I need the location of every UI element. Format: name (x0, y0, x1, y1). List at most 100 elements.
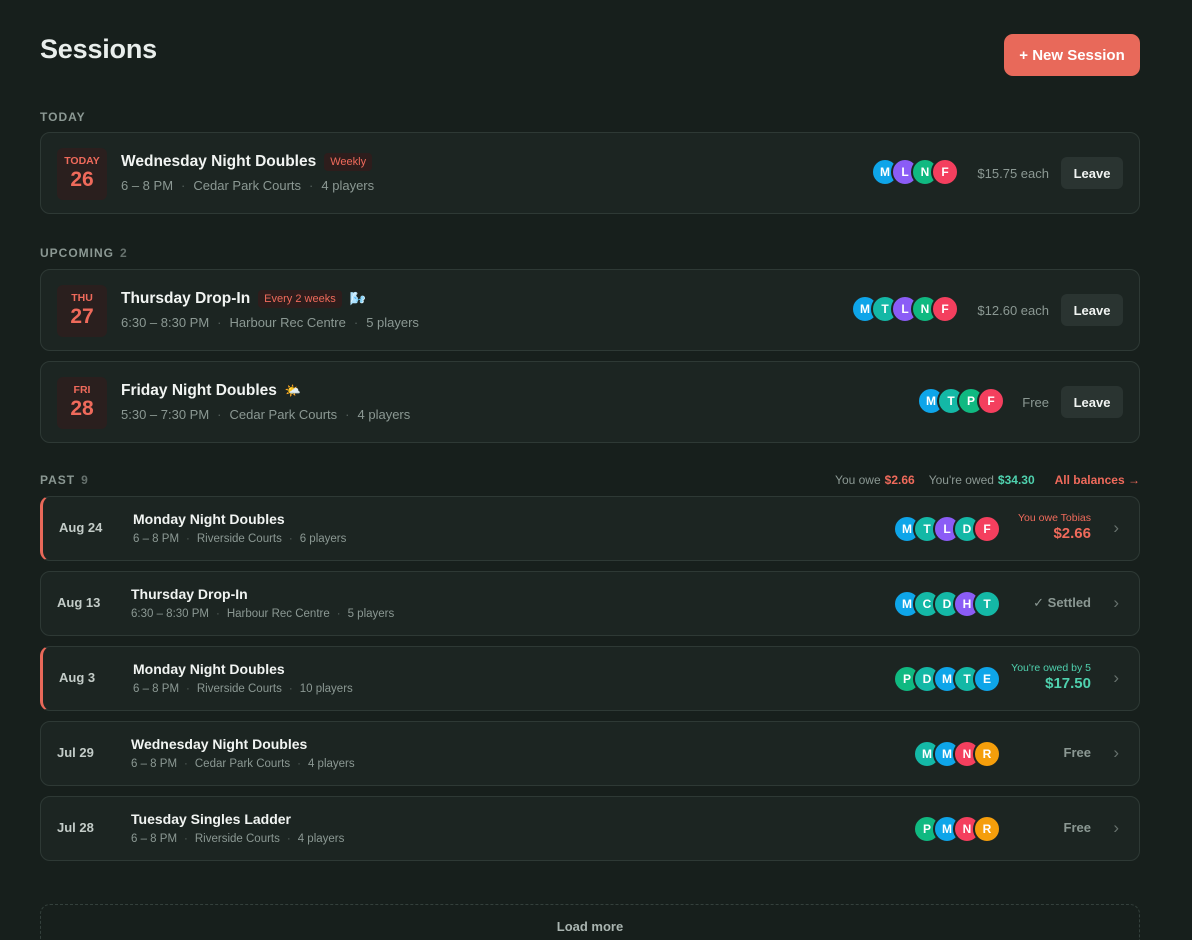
session-meta: 6 – 8 PM · Riverside Courts · 4 players (131, 833, 344, 845)
session-name: Wednesday Night Doubles (121, 153, 317, 170)
avatar-group: MMNR (913, 740, 1001, 768)
session-date: Aug 3 (59, 670, 96, 685)
session-date: Jul 29 (57, 745, 94, 760)
session-players: 10 players (299, 683, 353, 695)
separator-dot: · (288, 533, 293, 545)
new-session-button[interactable]: + New Session (1004, 34, 1140, 76)
session-time: 6 – 8 PM (131, 833, 178, 845)
recurrence-tag: Every 2 weeks (258, 290, 342, 308)
you-are-owed-label: You're owed (928, 473, 994, 487)
separator-dot: · (186, 533, 190, 545)
session-players: 5 players (347, 608, 395, 620)
leave-button[interactable]: Leave (1061, 294, 1123, 326)
separator-dot: · (184, 758, 188, 770)
date-badge: THU 27 (57, 285, 107, 337)
chevron-right-icon[interactable]: › (1113, 518, 1119, 538)
session-time: 6 – 8 PM (133, 683, 180, 695)
session-players: 6 players (299, 533, 347, 545)
avatar: F (977, 387, 1005, 415)
session-meta: 6:30 – 8:30 PM · Harbour Rec Centre · 5 play… (131, 608, 394, 620)
session-status: Free (1063, 745, 1091, 760)
chevron-right-icon[interactable]: › (1113, 593, 1119, 613)
all-balances-link[interactable]: All balances → (1055, 473, 1140, 487)
separator-dot: · (297, 758, 301, 770)
separator-dot: · (217, 407, 222, 422)
past-session-card[interactable]: Aug 3 Monday Night Doubles 6 – 8 PM · Rivers… (40, 646, 1140, 711)
date-badge: FRI 28 (57, 377, 107, 429)
page-title: Sessions (40, 34, 157, 64)
session-time: 6 – 8 PM (133, 533, 180, 545)
avatar-group: MLNF (871, 158, 959, 186)
date-badge-weekday: TODAY (64, 155, 100, 167)
today-label: TODAY (40, 110, 86, 124)
session-venue: Cedar Park Courts (194, 758, 291, 770)
session-meta: 6 – 8 PM · Cedar Park Courts · 4 players (131, 758, 355, 770)
separator-dot: · (286, 833, 291, 845)
chevron-right-icon[interactable]: › (1113, 743, 1119, 763)
chevron-right-icon[interactable]: › (1113, 668, 1119, 688)
session-meta: 6 – 8 PM · Cedar Park Courts · 4 players (121, 178, 374, 193)
session-name: Thursday Drop-In (121, 290, 251, 307)
session-card[interactable]: TODAY 26 Wednesday Night Doubles Weekly 6 – … (40, 132, 1140, 214)
session-meta: 6:30 – 8:30 PM · Harbour Rec Centre · 5 play… (121, 315, 419, 330)
session-venue: Harbour Rec Centre (229, 315, 346, 330)
upcoming-label: UPCOMING (40, 246, 114, 260)
avatar-group: PDMTE (893, 665, 1001, 693)
separator-dot: · (336, 608, 341, 620)
session-meta: 5:30 – 7:30 PM · Cedar Park Courts · 4 playe… (121, 407, 410, 422)
session-venue: Cedar Park Courts (229, 407, 338, 422)
balance-summary: You owe $2.66 You're owed $34.30 All bal… (835, 473, 1140, 487)
session-venue: Riverside Courts (194, 833, 280, 845)
session-name: Wednesday Night Doubles (131, 736, 308, 752)
session-price: $15.75 each (977, 166, 1049, 181)
load-more-button[interactable]: Load more (40, 904, 1140, 940)
past-session-card[interactable]: Aug 24 Monday Night Doubles 6 – 8 PM · River… (40, 496, 1140, 561)
session-venue: Cedar Park Courts (193, 178, 302, 193)
session-date: Aug 24 (59, 520, 103, 535)
upcoming-list: THU 27 Thursday Drop-In Every 2 weeks 🌬️ 6:30… (40, 269, 1140, 443)
avatar-group: MCDHT (893, 590, 1001, 618)
session-status: Free (1063, 820, 1091, 835)
date-badge: TODAY 26 (57, 148, 107, 200)
past-session-card[interactable]: Jul 29 Wednesday Night Doubles 6 – 8 PM · Ce… (40, 721, 1140, 786)
you-are-owed-value: $34.30 (997, 473, 1035, 487)
past-session-card[interactable]: Aug 13 Thursday Drop-In 6:30 – 8:30 PM · Har… (40, 571, 1140, 636)
past-section-heading: PAST 9 You owe $2.66 You're owed $34.30 A… (40, 473, 1140, 493)
separator-dot: · (309, 178, 314, 193)
balance: You're owed by 5 $17.50 (1011, 662, 1091, 692)
session-venue: Riverside Courts (196, 683, 282, 695)
past-label: PAST (40, 473, 76, 487)
date-badge-day: 28 (70, 397, 94, 420)
weather-icon: 🌬️ (349, 291, 366, 306)
session-time: 6 – 8 PM (121, 178, 174, 193)
past-session-card[interactable]: Jul 28 Tuesday Singles Ladder 6 – 8 PM · Riv… (40, 796, 1140, 861)
avatar: T (973, 590, 1001, 618)
upcoming-count: 2 (120, 246, 127, 260)
avatar-group: MTLDF (893, 515, 1001, 543)
sessions-page: Sessions + New Session TODAY TODAY 26 Wedn… (40, 0, 1140, 861)
session-title: Friday Night Doubles 🌤️ (121, 382, 301, 400)
separator-dot: · (353, 315, 359, 330)
leave-button[interactable]: Leave (1061, 157, 1123, 189)
session-card[interactable]: FRI 28 Friday Night Doubles 🌤️ 5:30 – 7:30 P… (40, 361, 1140, 443)
session-date: Aug 13 (57, 595, 101, 610)
balance-amount: $2.66 (1053, 525, 1091, 542)
leave-button[interactable]: Leave (1061, 386, 1123, 418)
session-price: Free (1022, 395, 1049, 410)
avatar: F (973, 515, 1001, 543)
session-meta: 6 – 8 PM · Riverside Courts · 10 players (133, 683, 353, 695)
upcoming-section-heading: UPCOMING 2 (40, 246, 1140, 266)
chevron-right-icon[interactable]: › (1113, 818, 1119, 838)
date-badge-weekday: THU (71, 292, 93, 304)
you-owe-value: $2.66 (884, 473, 915, 487)
session-card[interactable]: THU 27 Thursday Drop-In Every 2 weeks 🌬️ 6:30… (40, 269, 1140, 351)
session-venue: Riverside Courts (196, 533, 282, 545)
separator-dot: · (181, 178, 186, 193)
today-list: TODAY 26 Wednesday Night Doubles Weekly 6 – … (40, 132, 1140, 214)
session-title: Wednesday Night Doubles Weekly (121, 153, 373, 171)
balance-label: You're owed by 5 (1011, 662, 1091, 674)
session-players: 4 players (307, 758, 355, 770)
past-list: Aug 24 Monday Night Doubles 6 – 8 PM · River… (40, 496, 1140, 861)
avatar: F (931, 158, 959, 186)
session-venue: Harbour Rec Centre (226, 608, 330, 620)
